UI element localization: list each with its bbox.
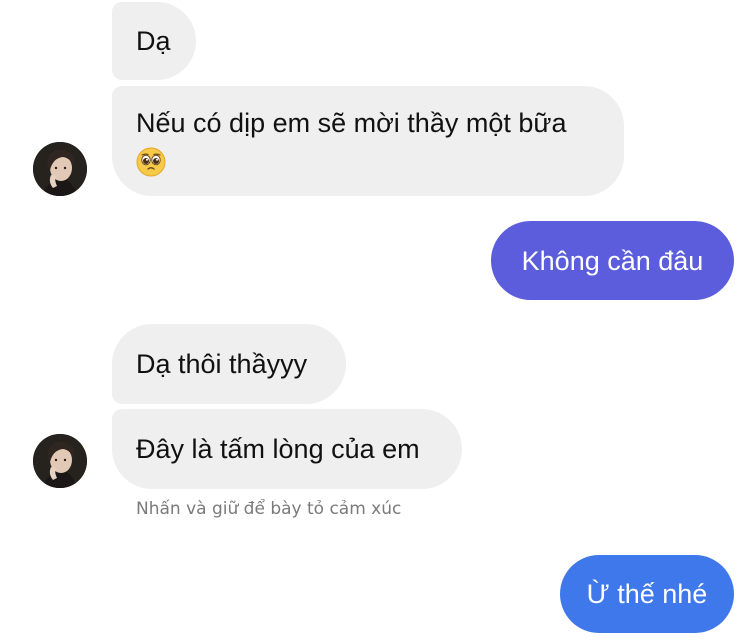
message-bubble-outgoing[interactable]: Ừ thế nhé bbox=[560, 555, 734, 633]
contact-avatar[interactable] bbox=[33, 142, 87, 196]
message-text: Ừ thế nhé bbox=[586, 579, 708, 609]
message-bubble-outgoing[interactable]: Không cần đâu bbox=[491, 221, 734, 300]
contact-avatar[interactable] bbox=[33, 434, 87, 488]
reaction-hint-text: Nhấn và giữ để bày tỏ cảm xúc bbox=[136, 499, 402, 519]
message-bubble-incoming[interactable]: Dạ thôi thầyyy bbox=[112, 324, 346, 404]
message-text: Nếu có dịp em sẽ mời thầy một bữa bbox=[136, 108, 567, 138]
message-text: Đây là tấm lòng của em bbox=[136, 434, 420, 464]
message-text: Không cần đâu bbox=[521, 245, 704, 276]
message-bubble-incoming[interactable]: Đây là tấm lòng của em bbox=[112, 409, 462, 489]
message-bubble-incoming[interactable]: Dạ bbox=[112, 2, 196, 80]
pleading-face-emoji-icon bbox=[136, 147, 166, 177]
message-text: Dạ bbox=[136, 26, 171, 56]
message-bubble-incoming[interactable]: Nếu có dịp em sẽ mời thầy một bữa bbox=[112, 86, 624, 196]
message-text: Dạ thôi thầyyy bbox=[136, 349, 308, 379]
